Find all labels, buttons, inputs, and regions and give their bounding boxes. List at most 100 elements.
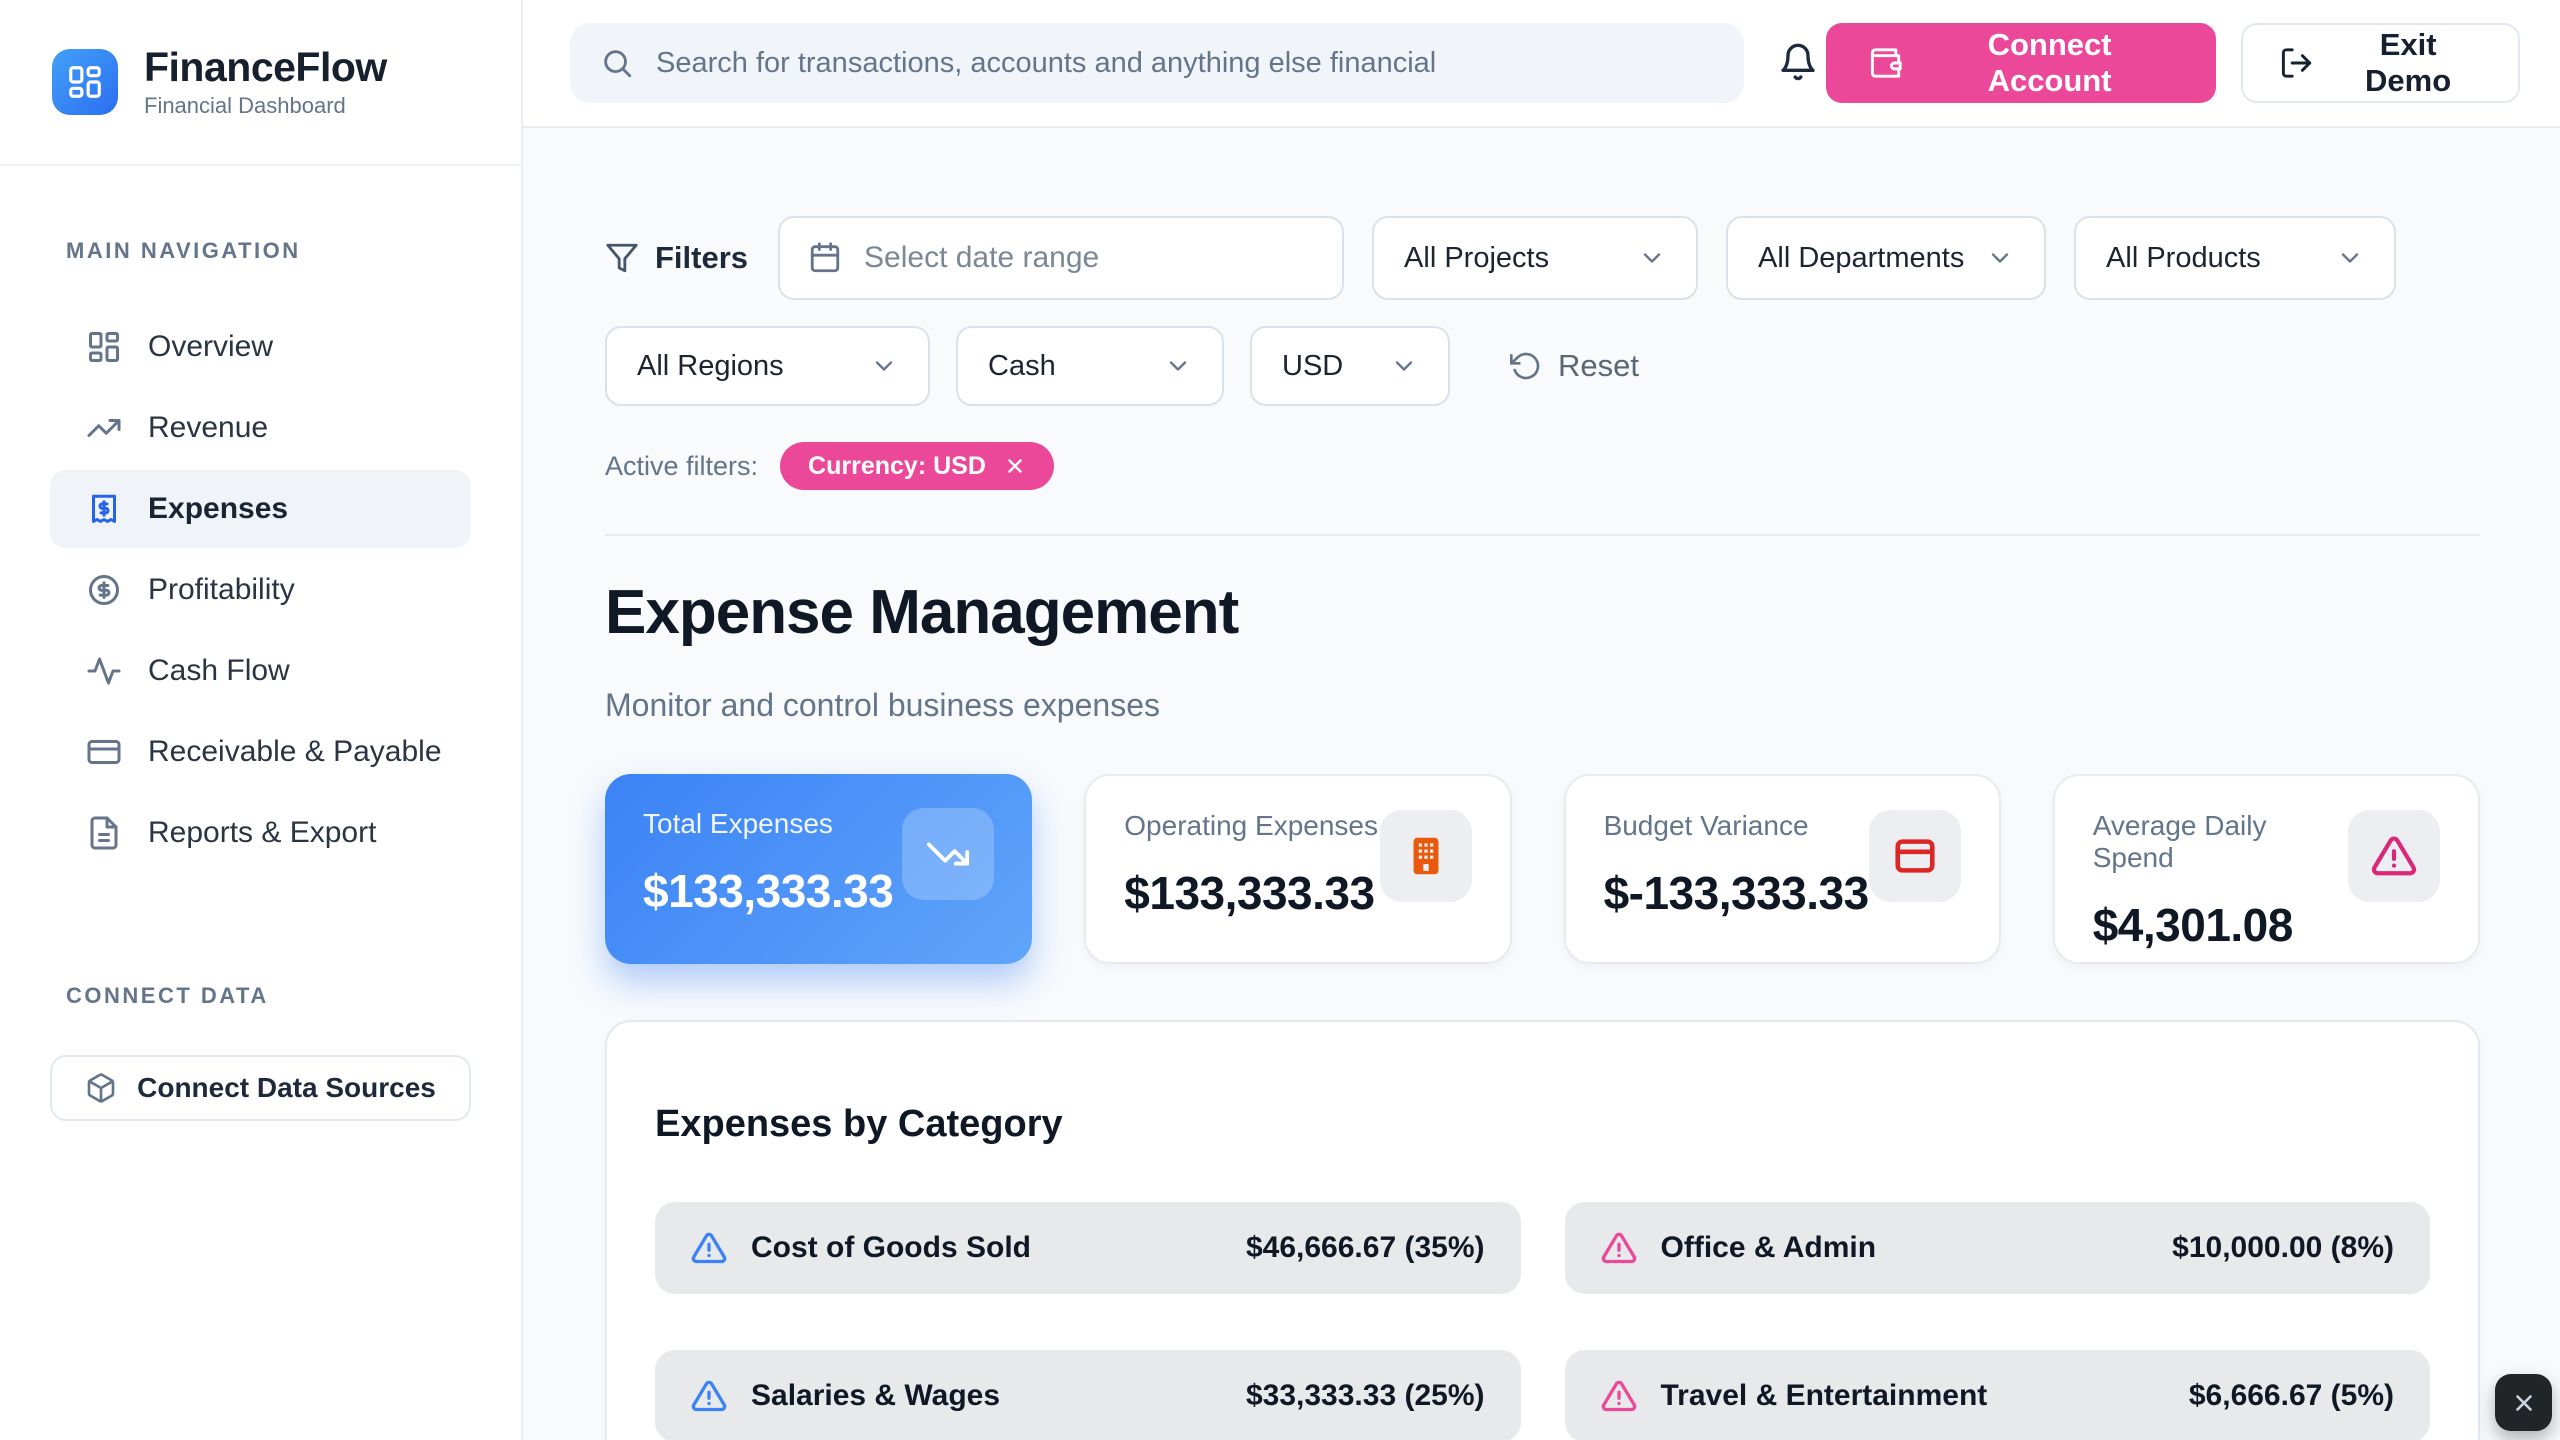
sidebar-item-profitability[interactable]: Profitability bbox=[50, 551, 471, 629]
alert-triangle-icon bbox=[2371, 833, 2417, 879]
date-range-placeholder: Select date range bbox=[864, 241, 1099, 275]
stat-card-text: Average Daily Spend $4,301.08 bbox=[2093, 810, 2348, 928]
stat-icon-box bbox=[1869, 810, 1961, 902]
connect-data-title: CONNECT DATA bbox=[0, 983, 521, 1009]
bell-icon bbox=[1778, 42, 1818, 82]
sidebar: FinanceFlow Financial Dashboard MAIN NAV… bbox=[0, 0, 523, 1440]
sidebar-item-receivable-payable[interactable]: Receivable & Payable bbox=[50, 713, 471, 791]
reset-label: Reset bbox=[1558, 348, 1639, 384]
currency-select-value: USD bbox=[1282, 350, 1343, 383]
category-name: Salaries & Wages bbox=[751, 1379, 1000, 1413]
floating-close-button[interactable] bbox=[2495, 1374, 2552, 1431]
receipt-icon bbox=[86, 491, 122, 527]
connect-account-label: Connect Account bbox=[1925, 27, 2174, 99]
sidebar-item-label: Profitability bbox=[148, 573, 295, 607]
regions-select[interactable]: All Regions bbox=[605, 326, 930, 406]
filters-row-1: Filters Select date range All Projects A… bbox=[605, 216, 2480, 300]
filters-label-text: Filters bbox=[655, 240, 748, 276]
departments-select[interactable]: All Departments bbox=[1726, 216, 2046, 300]
page-subtitle: Monitor and control business expenses bbox=[605, 687, 2480, 724]
departments-select-value: All Departments bbox=[1758, 242, 1964, 275]
sidebar-item-revenue[interactable]: Revenue bbox=[50, 389, 471, 467]
search-input[interactable] bbox=[654, 46, 1714, 81]
main-navigation: Overview Revenue Expenses bbox=[0, 308, 521, 875]
stat-card-text: Budget Variance $-133,333.33 bbox=[1604, 810, 1869, 928]
alert-triangle-icon bbox=[691, 1230, 727, 1266]
app-tagline: Financial Dashboard bbox=[144, 93, 387, 119]
sidebar-item-label: Overview bbox=[148, 330, 273, 364]
file-text-icon bbox=[86, 815, 122, 851]
category-name: Office & Admin bbox=[1661, 1231, 1877, 1265]
app-name: FinanceFlow bbox=[144, 45, 387, 90]
sidebar-item-label: Receivable & Payable bbox=[148, 735, 442, 769]
top-bar: Connect Account Exit Demo bbox=[523, 0, 2560, 128]
trending-down-icon bbox=[925, 831, 971, 877]
search-box[interactable] bbox=[570, 23, 1744, 103]
projects-select-value: All Projects bbox=[1404, 242, 1549, 275]
exit-demo-button[interactable]: Exit Demo bbox=[2241, 23, 2520, 103]
package-icon bbox=[85, 1072, 117, 1104]
stat-card-operating-expenses[interactable]: Operating Expenses $133,333.33 bbox=[1084, 774, 1511, 964]
category-value: $46,666.67 (35%) bbox=[1246, 1231, 1485, 1265]
rotate-ccw-icon bbox=[1510, 350, 1542, 382]
chevron-down-icon bbox=[1164, 352, 1192, 380]
sidebar-item-label: Expenses bbox=[148, 492, 288, 526]
stat-label: Operating Expenses bbox=[1124, 810, 1378, 842]
connect-data-sources-button[interactable]: Connect Data Sources bbox=[50, 1055, 471, 1121]
stat-card-average-daily-spend[interactable]: Average Daily Spend $4,301.08 bbox=[2053, 774, 2480, 964]
regions-select-value: All Regions bbox=[637, 350, 784, 383]
sidebar-item-reports-export[interactable]: Reports & Export bbox=[50, 794, 471, 872]
sidebar-item-expenses[interactable]: Expenses bbox=[50, 470, 471, 548]
sidebar-item-label: Reports & Export bbox=[148, 816, 376, 850]
stat-card-budget-variance[interactable]: Budget Variance $-133,333.33 bbox=[1564, 774, 2001, 964]
chevron-down-icon bbox=[870, 352, 898, 380]
sidebar-header: FinanceFlow Financial Dashboard bbox=[0, 0, 521, 166]
funnel-icon bbox=[605, 241, 639, 275]
currency-select[interactable]: USD bbox=[1250, 326, 1450, 406]
active-filter-chip-currency[interactable]: Currency: USD bbox=[780, 442, 1054, 490]
dollar-circle-icon bbox=[86, 572, 122, 608]
log-out-icon bbox=[2279, 45, 2314, 81]
chip-label: Currency: USD bbox=[808, 452, 986, 481]
category-name: Cost of Goods Sold bbox=[751, 1231, 1031, 1265]
section-divider bbox=[605, 534, 2480, 536]
projects-select[interactable]: All Projects bbox=[1372, 216, 1698, 300]
close-icon[interactable] bbox=[1004, 455, 1026, 477]
stat-value: $133,333.33 bbox=[643, 864, 893, 918]
filters-row-2: All Regions Cash USD Reset bbox=[605, 326, 2480, 406]
stat-label: Average Daily Spend bbox=[2093, 810, 2348, 874]
category-row-travel-entertainment: Travel & Entertainment $6,666.67 (5%) bbox=[1565, 1350, 2431, 1440]
sidebar-item-cash-flow[interactable]: Cash Flow bbox=[50, 632, 471, 710]
stats-grid: Total Expenses $133,333.33 Operating Exp… bbox=[605, 774, 2480, 964]
search-icon bbox=[600, 46, 634, 80]
sidebar-item-overview[interactable]: Overview bbox=[50, 308, 471, 386]
app-identity: FinanceFlow Financial Dashboard bbox=[144, 45, 387, 119]
stat-card-total-expenses[interactable]: Total Expenses $133,333.33 bbox=[605, 774, 1032, 964]
connect-account-button[interactable]: Connect Account bbox=[1826, 23, 2216, 103]
close-icon bbox=[2511, 1390, 2537, 1416]
alert-triangle-icon bbox=[1601, 1230, 1637, 1266]
products-select[interactable]: All Products bbox=[2074, 216, 2396, 300]
category-value: $33,333.33 (25%) bbox=[1246, 1379, 1485, 1413]
reset-filters-button[interactable]: Reset bbox=[1504, 347, 1645, 385]
building-icon bbox=[1403, 833, 1449, 879]
date-range-input[interactable]: Select date range bbox=[778, 216, 1344, 300]
active-filters-label: Active filters: bbox=[605, 451, 758, 482]
filters-label: Filters bbox=[605, 240, 748, 276]
chevron-down-icon bbox=[2336, 244, 2364, 272]
accounting-basis-select[interactable]: Cash bbox=[956, 326, 1224, 406]
chevron-down-icon bbox=[1390, 352, 1418, 380]
accounting-basis-value: Cash bbox=[988, 350, 1056, 383]
stat-icon-box bbox=[902, 808, 994, 900]
stat-card-text: Total Expenses $133,333.33 bbox=[643, 808, 893, 930]
notifications-button[interactable] bbox=[1770, 34, 1826, 93]
content: Filters Select date range All Projects A… bbox=[523, 128, 2560, 1440]
activity-icon bbox=[86, 653, 122, 689]
category-value: $10,000.00 (8%) bbox=[2172, 1231, 2394, 1265]
nav-section-title: MAIN NAVIGATION bbox=[0, 238, 521, 264]
layout-grid-icon bbox=[86, 329, 122, 365]
calendar-icon bbox=[808, 241, 842, 275]
alert-triangle-icon bbox=[691, 1378, 727, 1414]
chevron-down-icon bbox=[1986, 244, 2014, 272]
credit-card-icon bbox=[1892, 833, 1938, 879]
